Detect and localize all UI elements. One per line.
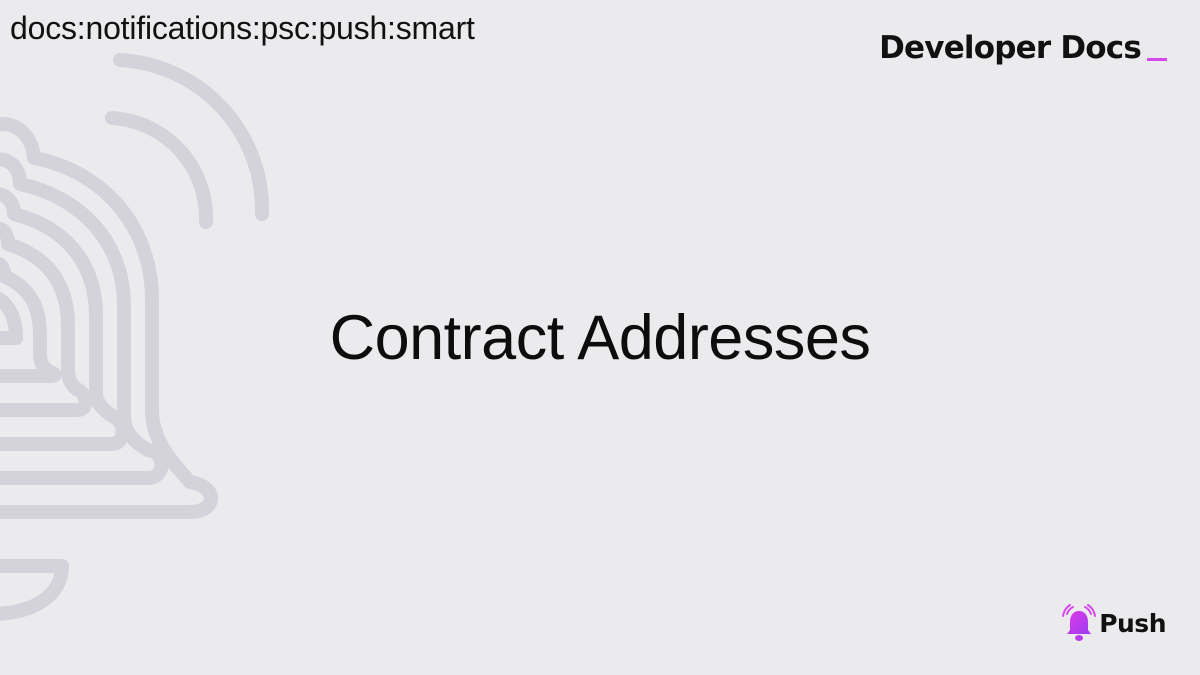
bell-icon <box>1062 604 1097 641</box>
page-title: Contract Addresses <box>329 303 871 373</box>
developer-docs-brand: Developer Docs <box>879 30 1167 66</box>
slide: docs:notifications:psc:push:smart Develo… <box>0 0 1200 675</box>
logo-text: Push <box>1099 609 1166 638</box>
push-logo: Push <box>1061 604 1166 644</box>
brand-title: Developer Docs <box>879 30 1142 66</box>
breadcrumb: docs:notifications:psc:push:smart <box>10 10 475 46</box>
cursor-underscore-icon <box>1147 58 1167 61</box>
